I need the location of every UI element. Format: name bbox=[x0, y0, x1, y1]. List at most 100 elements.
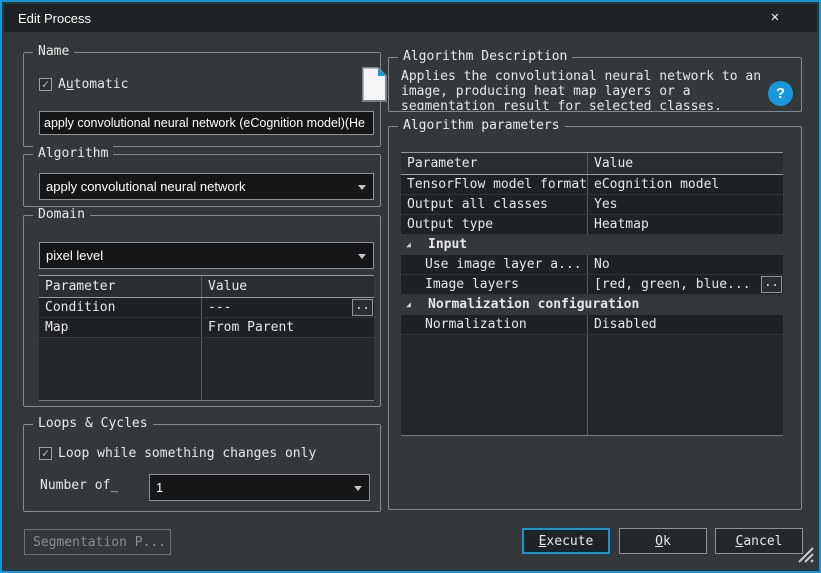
table-row[interactable]: Normalization Disabled bbox=[401, 315, 783, 335]
table-row[interactable]: Use image layer a... No bbox=[401, 255, 783, 275]
domain-group: Domain pixel level ParameterValueConditi… bbox=[23, 215, 381, 407]
column-header[interactable]: Value bbox=[588, 153, 783, 174]
table-row[interactable]: Output all classes Yes bbox=[401, 195, 783, 215]
close-icon: ✕ bbox=[771, 9, 779, 25]
loop-while-label: Loop while something changes only bbox=[58, 446, 316, 461]
table-header-row: ParameterValue bbox=[39, 275, 374, 298]
algorithm-select[interactable]: apply convolutional neural network bbox=[39, 173, 374, 200]
table-row[interactable]: ◢ Input bbox=[401, 235, 783, 255]
number-of-label: Number of_ bbox=[40, 478, 118, 493]
dialog-title: Edit Process bbox=[18, 11, 91, 26]
parameter-group-label: Input bbox=[428, 237, 467, 252]
tree-expanded-icon[interactable]: ◢ bbox=[406, 235, 419, 255]
table-row[interactable]: Condition---.. bbox=[39, 298, 374, 318]
column-header[interactable]: Value bbox=[202, 276, 374, 297]
algorithm-description-group: Algorithm Description Applies the convol… bbox=[388, 57, 802, 112]
new-document-icon[interactable] bbox=[360, 66, 389, 108]
parameter-name-cell[interactable]: Image layers bbox=[401, 275, 588, 294]
loops-cycles-group: Loops & Cycles ✓ Loop while something ch… bbox=[23, 424, 381, 512]
parameter-value-cell[interactable]: Disabled bbox=[588, 315, 783, 334]
empty-cell bbox=[588, 335, 783, 435]
parameter-value-text: Heatmap bbox=[594, 217, 649, 232]
close-button[interactable]: ✕ bbox=[759, 5, 791, 28]
table-row[interactable]: Map From Parent bbox=[39, 318, 374, 338]
ok-button[interactable]: Ok bbox=[619, 528, 707, 554]
domain-group-label: Domain bbox=[33, 207, 90, 222]
parameter-value-text: From Parent bbox=[208, 320, 294, 335]
ellipsis-button[interactable]: .. bbox=[761, 276, 782, 293]
automatic-label: Automatic bbox=[58, 77, 128, 92]
edit-process-dialog: Edit Process ✕ Name ✓ Automatic Algorith… bbox=[0, 0, 821, 573]
parameter-value-text: Disabled bbox=[594, 317, 657, 332]
algorithm-group-label: Algorithm bbox=[33, 146, 113, 161]
column-header[interactable]: Parameter bbox=[39, 276, 202, 297]
chevron-down-icon[interactable] bbox=[358, 185, 366, 190]
parameter-value-cell[interactable]: [red, green, blue..... bbox=[588, 275, 783, 294]
table-row[interactable]: Output type Heatmap bbox=[401, 215, 783, 235]
table-empty-area bbox=[39, 338, 374, 400]
table-empty-area bbox=[401, 335, 783, 435]
column-header[interactable]: Parameter bbox=[401, 153, 588, 174]
algorithm-group: Algorithm apply convolutional neural net… bbox=[23, 154, 381, 207]
execute-label: Execute bbox=[539, 534, 594, 549]
parameter-name-cell[interactable]: Map bbox=[39, 318, 202, 337]
execute-button[interactable]: Execute bbox=[522, 528, 610, 554]
algorithm-description-text: Applies the convolutional neural network… bbox=[401, 69, 773, 110]
ellipsis-button[interactable]: .. bbox=[352, 299, 373, 316]
chevron-down-icon[interactable] bbox=[354, 486, 362, 491]
loops-group-label: Loops & Cycles bbox=[33, 416, 153, 431]
parameter-value-text: Yes bbox=[594, 197, 617, 212]
tree-expanded-icon[interactable]: ◢ bbox=[406, 295, 419, 315]
process-name-input[interactable] bbox=[39, 111, 374, 135]
number-of-select[interactable]: 1 bbox=[149, 474, 370, 501]
domain-parameters-table: ParameterValueCondition---..MapFrom Pare… bbox=[39, 275, 374, 401]
checkbox-check-icon[interactable]: ✓ bbox=[39, 447, 52, 460]
parameters-group-label: Algorithm parameters bbox=[398, 118, 565, 133]
chevron-down-icon[interactable] bbox=[358, 254, 366, 259]
titlebar[interactable]: Edit Process bbox=[4, 4, 817, 32]
algorithm-parameters-group: Algorithm parameters ParameterValueTenso… bbox=[388, 126, 802, 510]
segmentation-process-label: Segmentation P... bbox=[33, 535, 166, 550]
description-group-label: Algorithm Description bbox=[398, 49, 572, 64]
table-row[interactable]: Image layers[red, green, blue..... bbox=[401, 275, 783, 295]
help-icon: ? bbox=[776, 85, 785, 102]
parameter-value-text: [red, green, blue... bbox=[594, 277, 751, 292]
parameter-value-cell[interactable]: From Parent bbox=[202, 318, 374, 337]
empty-cell bbox=[401, 335, 588, 435]
parameter-value-cell[interactable]: ---.. bbox=[202, 298, 374, 317]
parameter-name-cell[interactable]: Output all classes bbox=[401, 195, 588, 214]
segmentation-process-button[interactable]: Segmentation P... bbox=[24, 529, 171, 555]
parameter-value-cell[interactable]: eCognition model bbox=[588, 175, 783, 194]
number-of-value: 1 bbox=[156, 480, 163, 495]
help-button[interactable]: ? bbox=[768, 81, 793, 106]
resize-grip[interactable] bbox=[794, 543, 814, 567]
parameter-value-text: eCognition model bbox=[594, 177, 719, 192]
parameter-value-text: No bbox=[594, 257, 610, 272]
name-group-label: Name bbox=[33, 44, 74, 59]
parameter-name-cell[interactable]: Normalization bbox=[401, 315, 588, 334]
parameter-group-label: Normalization configuration bbox=[428, 297, 639, 312]
name-group: Name ✓ Automatic bbox=[23, 52, 381, 147]
table-row[interactable]: TensorFlow model format eCognition model bbox=[401, 175, 783, 195]
domain-selected-value: pixel level bbox=[46, 248, 103, 263]
table-header-row: ParameterValue bbox=[401, 152, 783, 175]
parameter-value-text: --- bbox=[208, 300, 231, 315]
algorithm-selected-value: apply convolutional neural network bbox=[46, 179, 245, 194]
parameter-value-cell[interactable]: No bbox=[588, 255, 783, 274]
loop-while-checkbox[interactable]: ✓ Loop while something changes only bbox=[39, 446, 316, 461]
empty-cell bbox=[202, 338, 374, 400]
parameter-name-cell[interactable]: Output type bbox=[401, 215, 588, 234]
automatic-checkbox[interactable]: ✓ Automatic bbox=[39, 77, 128, 92]
table-row[interactable]: ◢ Normalization configuration bbox=[401, 295, 783, 315]
cancel-label: Cancel bbox=[736, 534, 783, 549]
ok-label: Ok bbox=[655, 534, 671, 549]
algorithm-parameters-table: ParameterValueTensorFlow model format eCo… bbox=[401, 152, 783, 436]
parameter-name-cell[interactable]: Condition bbox=[39, 298, 202, 317]
parameter-value-cell[interactable]: Yes bbox=[588, 195, 783, 214]
parameter-name-cell[interactable]: TensorFlow model format bbox=[401, 175, 588, 194]
checkbox-check-icon[interactable]: ✓ bbox=[39, 78, 52, 91]
parameter-name-cell[interactable]: Use image layer a... bbox=[401, 255, 588, 274]
cancel-button[interactable]: Cancel bbox=[715, 528, 803, 554]
parameter-value-cell[interactable]: Heatmap bbox=[588, 215, 783, 234]
domain-select[interactable]: pixel level bbox=[39, 242, 374, 269]
